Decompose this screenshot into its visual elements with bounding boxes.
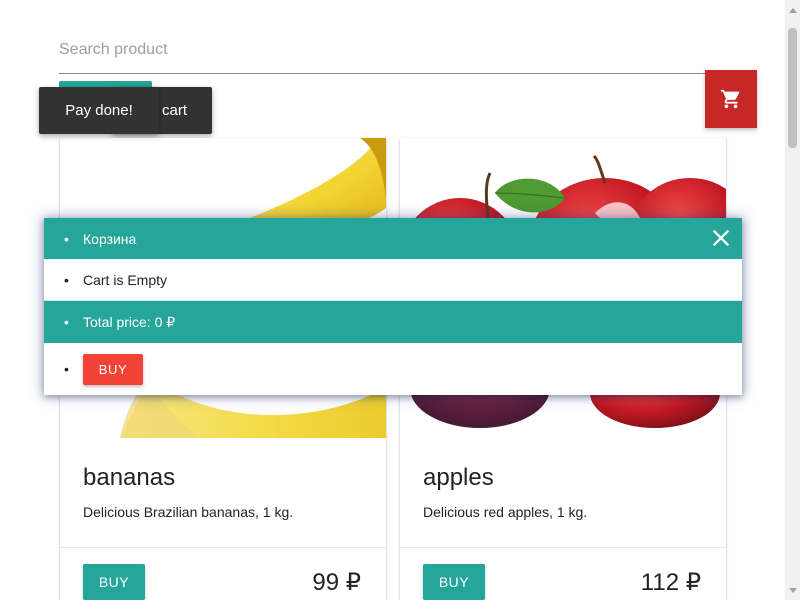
page: cart Pay done! [0, 0, 800, 600]
scrollbar[interactable] [785, 0, 800, 600]
toast-cart-text: cart [161, 102, 187, 119]
toast-pay-text: Pay done! [65, 102, 133, 119]
scroll-up-icon[interactable] [785, 2, 800, 17]
product-title: apples [423, 464, 494, 491]
scrollbar-thumb[interactable] [788, 28, 797, 148]
list-bullet: • [64, 271, 69, 288]
cart-total-row: • Total price: 0 ₽ [44, 301, 742, 343]
list-bullet: • [64, 230, 69, 247]
list-bullet: • [64, 314, 69, 330]
cart-buy-row: • BUY [44, 343, 742, 395]
product-description: Delicious Brazilian bananas, 1 kg. [83, 504, 294, 520]
cart-empty-row: • Cart is Empty [44, 259, 742, 301]
product-price: 112 ₽ [640, 569, 701, 596]
card-divider [400, 547, 726, 548]
cart-button[interactable] [705, 70, 757, 128]
cart-popup: • Корзина • Cart is Empty • Total price:… [44, 218, 742, 395]
buy-button[interactable]: BUY [423, 564, 485, 600]
product-price: 99 ₽ [312, 569, 361, 596]
shopping-cart-icon [720, 89, 740, 109]
scroll-down-icon[interactable] [785, 583, 800, 598]
cart-header-title: Корзина [83, 230, 137, 247]
cart-buy-button[interactable]: BUY [83, 353, 143, 385]
search-bar [59, 30, 705, 74]
card-divider [60, 547, 386, 548]
search-input[interactable] [59, 38, 699, 62]
cart-total-text: Total price: 0 ₽ [83, 313, 176, 330]
buy-button[interactable]: BUY [83, 564, 145, 600]
product-title: bananas [83, 464, 176, 491]
toast-pay-done: Pay done! [39, 87, 159, 134]
close-icon[interactable] [710, 227, 732, 249]
product-description: Delicious red apples, 1 kg. [423, 504, 588, 520]
list-bullet: • [64, 361, 69, 377]
cart-empty-text: Cart is Empty [83, 271, 168, 288]
cart-header-row: • Корзина [44, 218, 742, 259]
